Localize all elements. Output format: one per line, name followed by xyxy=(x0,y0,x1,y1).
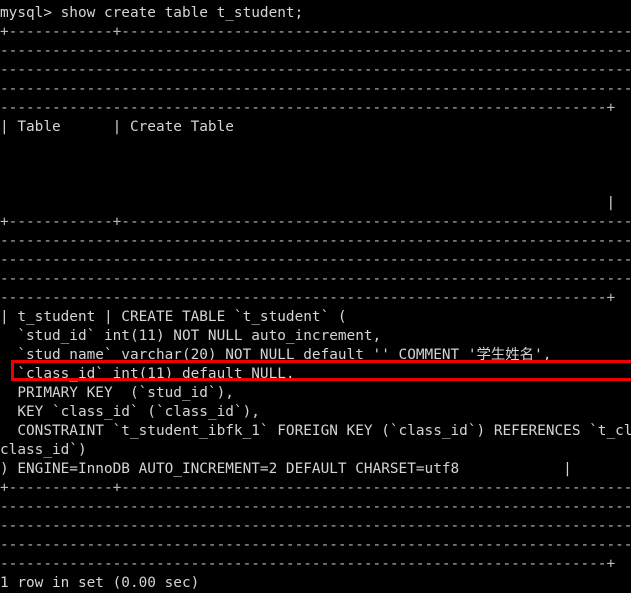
terminal-line-header-pad-b xyxy=(0,156,631,175)
terminal-line-border3-b: ----------------------------------------… xyxy=(0,499,631,515)
terminal-line-border1-c: ----------------------------------------… xyxy=(0,62,631,78)
terminal-line-border1-d: ----------------------------------------… xyxy=(0,81,631,97)
terminal-line-header-pad-c xyxy=(0,175,631,194)
terminal-screen[interactable]: mysql> show create table t_student; +----… xyxy=(0,4,631,593)
terminal-line-row-l9: ) ENGINE=InnoDB AUTO_INCREMENT=2 DEFAULT… xyxy=(0,461,572,477)
terminal-line-prompt: mysql> show create table t_student; xyxy=(0,5,304,21)
terminal-line-border3-e: ----------------------------------------… xyxy=(0,556,616,572)
terminal-line-border2-d: ----------------------------------------… xyxy=(0,271,631,287)
terminal-line-row-l5: PRIMARY KEY (`stud_id`), xyxy=(0,385,234,401)
terminal-line-status: 1 row in set (0.00 sec) xyxy=(0,575,200,591)
terminal-line-border1-e: ----------------------------------------… xyxy=(0,100,616,116)
terminal-window[interactable]: mysql> show create table t_student; +----… xyxy=(0,0,631,591)
terminal-line-border2-e: ----------------------------------------… xyxy=(0,290,616,306)
terminal-line-header: | Table | Create Table xyxy=(0,119,234,135)
terminal-line-border1-b: ----------------------------------------… xyxy=(0,43,631,59)
terminal-line-border3-c: ----------------------------------------… xyxy=(0,518,631,534)
terminal-line-border3-d: ----------------------------------------… xyxy=(0,537,631,553)
terminal-line-row-l2: `stud_id` int(11) NOT NULL auto_incremen… xyxy=(0,328,382,344)
terminal-line-header-tail: | xyxy=(0,195,616,211)
terminal-line-row-l4: `class_id` int(11) default NULL, xyxy=(0,366,295,382)
terminal-line-border3-a: +------------+--------------------------… xyxy=(0,480,631,496)
terminal-line-row-l3: `stud_name` varchar(20) NOT NULL default… xyxy=(0,347,552,363)
terminal-line-row-l1: | t_student | CREATE TABLE `t_student` ( xyxy=(0,309,347,325)
terminal-line-header-pad-a xyxy=(0,137,631,156)
terminal-line-border2-c: ----------------------------------------… xyxy=(0,252,631,268)
terminal-line-row-l8: class_id`) xyxy=(0,442,87,458)
terminal-line-border2-a: +------------+--------------------------… xyxy=(0,214,631,230)
terminal-line-border1-a: +------------+--------------------------… xyxy=(0,24,631,40)
terminal-line-row-l7: CONSTRAINT `t_student_ibfk_1` FOREIGN KE… xyxy=(0,423,631,439)
terminal-line-row-l6: KEY `class_id` (`class_id`), xyxy=(0,404,260,420)
terminal-line-border2-b: ----------------------------------------… xyxy=(0,233,631,249)
